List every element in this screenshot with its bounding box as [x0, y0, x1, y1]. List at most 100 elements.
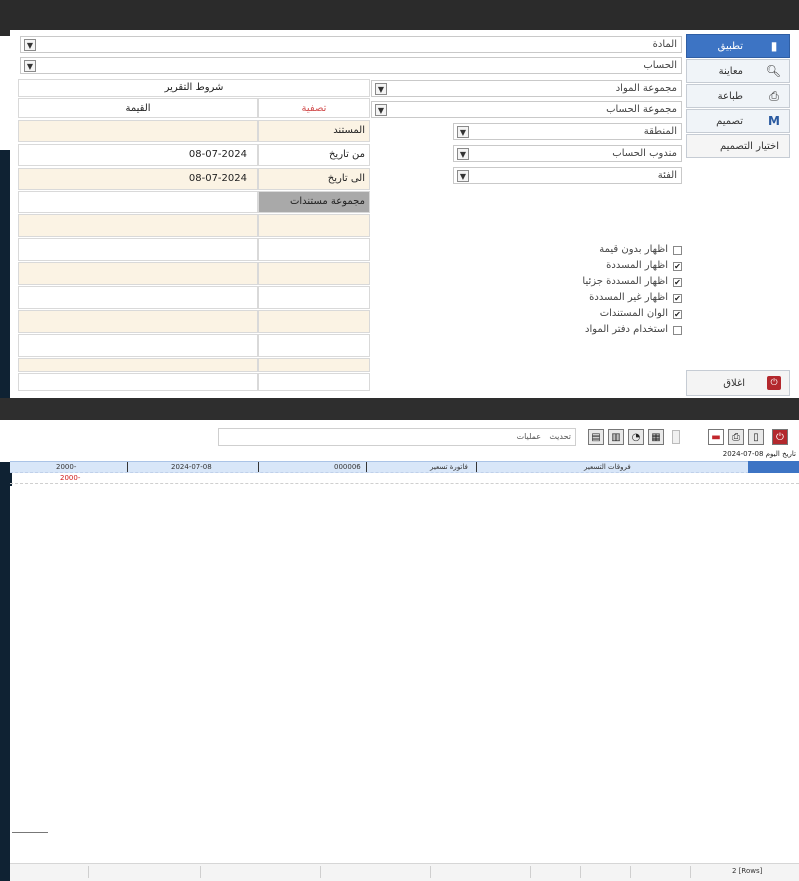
chart-icon[interactable]: ◔: [628, 429, 644, 445]
option-show-partially-paid[interactable]: ✔ اظهار المسددة جزئيا: [560, 276, 682, 290]
material-label: المادة: [652, 39, 677, 50]
rows-count: 2 [Rows]: [732, 867, 763, 875]
today-date-prefix: تاريخ اليوم: [765, 450, 796, 458]
refresh-label[interactable]: تحديث: [549, 432, 571, 441]
filter-column-header: تصفية: [258, 98, 370, 118]
grid-amount-cell: 2000-: [56, 463, 77, 471]
grid-col-sep-1: [127, 462, 128, 472]
doc-value-cell[interactable]: [18, 120, 258, 142]
option-5-checkbox[interactable]: [673, 326, 682, 335]
print-button[interactable]: طباعة ⎙: [686, 84, 790, 108]
account-group-dropdown-icon[interactable]: ▼: [375, 104, 387, 116]
option-show-paid[interactable]: ✔ اظهار المسددة: [560, 260, 682, 274]
option-2-checkbox[interactable]: ✔: [673, 278, 682, 287]
choose-design-label: اختيار التصميم: [719, 141, 779, 152]
account-label: الحساب: [643, 60, 677, 71]
grid-doctype-cell: فروقات التسعير: [584, 463, 631, 471]
doc-filter-cell: المستند: [258, 120, 370, 142]
grid-body-line: [12, 832, 48, 833]
choose-design-button[interactable]: اختيار التصميم: [686, 134, 790, 158]
close-button[interactable]: اغلاق ⏻: [686, 370, 790, 396]
pdf-icon[interactable]: ▬: [708, 429, 724, 445]
grid-col-sep-4: [476, 462, 477, 472]
document-icon[interactable]: ▯: [748, 429, 764, 445]
option-show-no-value[interactable]: اظهار بدون قيمة: [560, 244, 682, 258]
operations-label[interactable]: عمليات: [517, 432, 541, 441]
empty-row-6-filter: [258, 334, 370, 357]
close-icon: ⏻: [767, 376, 781, 390]
doc-groups-value-cell[interactable]: [18, 191, 258, 213]
empty-row-8-filter: [258, 373, 370, 391]
background-toolbar-strip: [0, 398, 799, 420]
material-dropdown-icon[interactable]: ▼: [24, 39, 36, 51]
grid-total-row: [10, 474, 799, 484]
option-3-checkbox[interactable]: ✔: [673, 294, 682, 303]
to-date-label: الى تاريخ: [327, 173, 365, 184]
account-dropdown-icon[interactable]: ▼: [24, 60, 36, 72]
footer-sep-5: [530, 866, 531, 878]
doc-label: المستند: [333, 125, 365, 136]
option-3-label: اظهار غير المسددة: [589, 292, 668, 303]
account-field[interactable]: ▼ الحساب: [20, 57, 682, 74]
footer-sep-6: [580, 866, 581, 878]
grid-docname-cell: فاتورة تسعير: [430, 463, 468, 471]
grid-row-selector[interactable]: [748, 461, 799, 473]
option-4-checkbox[interactable]: ✔: [673, 310, 682, 319]
option-0-label: اظهار بدون قيمة: [599, 244, 668, 255]
to-date-value-cell[interactable]: 08-07-2024: [18, 168, 258, 190]
region-field[interactable]: ▼ المنطقة: [453, 123, 682, 140]
material-field[interactable]: ▼ المادة: [20, 36, 682, 53]
apply-button[interactable]: تطبيق ▮: [686, 34, 790, 58]
empty-row-5-value: [18, 310, 258, 333]
grid-docno-cell: 000006: [334, 463, 361, 471]
account-group-field[interactable]: ▼ مجموعة الحساب: [371, 101, 682, 118]
material-group-dropdown-icon[interactable]: ▼: [375, 83, 387, 95]
empty-row-1-filter: [258, 214, 370, 237]
empty-row-8-value: [18, 373, 258, 391]
region-dropdown-icon[interactable]: ▼: [457, 126, 469, 138]
report-conditions-title: شروط التقرير: [164, 82, 224, 93]
print-label: طباعة: [717, 91, 743, 102]
material-group-label: مجموعة المواد: [615, 83, 677, 94]
empty-row-1-value: [18, 214, 258, 237]
empty-row-6-value: [18, 334, 258, 357]
filter-column-label: تصفية: [301, 103, 327, 114]
footer-sep-7: [630, 866, 631, 878]
toolbar-print-icon[interactable]: ⎙: [728, 429, 744, 445]
from-date-label: من تاريخ: [328, 149, 365, 160]
option-1-checkbox[interactable]: ✔: [673, 262, 682, 271]
apply-icon: ▮: [770, 39, 778, 53]
preview-label: معاينة: [718, 66, 743, 77]
value-column-header: القيمة: [18, 98, 258, 118]
doc-groups-filter-cell[interactable]: مجموعة مستندات: [258, 191, 370, 213]
option-5-label: استخدام دفتر المواد: [585, 324, 668, 335]
grid-total-value: 2000-: [60, 474, 81, 482]
print-preview-icon[interactable]: ▤: [588, 429, 604, 445]
account-rep-dropdown-icon[interactable]: ▼: [457, 148, 469, 160]
option-2-label: اظهار المسددة جزئيا: [582, 276, 668, 287]
today-date: تاريخ اليوم 08-07-2024: [700, 450, 796, 461]
category-field[interactable]: ▼ الفئة: [453, 167, 682, 184]
material-group-field[interactable]: ▼ مجموعة المواد: [371, 80, 682, 97]
columns-icon[interactable]: ▥: [608, 429, 624, 445]
grid-data-row[interactable]: [10, 461, 799, 473]
option-doc-colors[interactable]: ✔ الوان المستندات: [560, 308, 682, 322]
toolbar-close-icon[interactable]: ⏻: [772, 429, 788, 445]
account-rep-label: مندوب الحساب: [612, 148, 677, 159]
empty-row-2-filter: [258, 238, 370, 261]
design-button[interactable]: تصميم M: [686, 109, 790, 133]
preview-button[interactable]: معاينة 🔍︎: [686, 59, 790, 83]
footer-sep-2: [200, 866, 201, 878]
empty-row-3-value: [18, 262, 258, 285]
apply-label: تطبيق: [717, 41, 743, 52]
export-icon[interactable]: ▦: [648, 429, 664, 445]
option-0-checkbox[interactable]: [673, 246, 682, 255]
category-dropdown-icon[interactable]: ▼: [457, 170, 469, 182]
toolbar-search-box[interactable]: تحديث عمليات: [218, 428, 576, 446]
doc-groups-label: مجموعة مستندات: [289, 196, 365, 207]
empty-row-7-filter: [258, 358, 370, 372]
account-rep-field[interactable]: ▼ مندوب الحساب: [453, 145, 682, 162]
option-show-unpaid[interactable]: ✔ اظهار غير المسددة: [560, 292, 682, 306]
from-date-value-cell[interactable]: 08-07-2024: [18, 144, 258, 166]
option-use-material-book[interactable]: استخدام دفتر المواد: [560, 324, 682, 338]
